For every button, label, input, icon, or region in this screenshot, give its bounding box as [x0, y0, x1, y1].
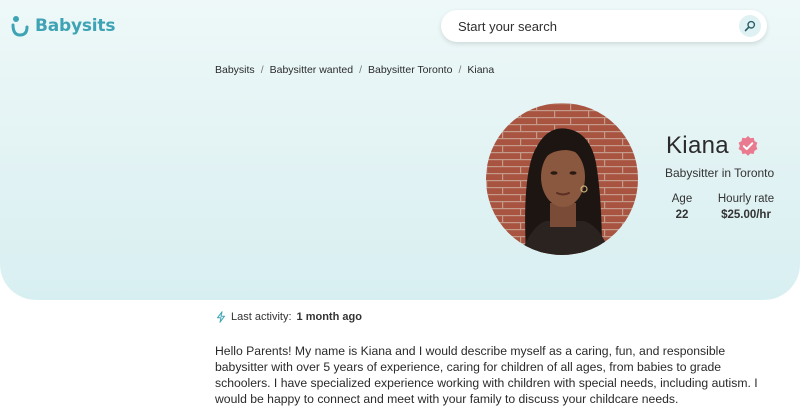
- profile-subtitle: Babysitter in Toronto: [665, 166, 775, 180]
- breadcrumb-separator: /: [458, 64, 462, 76]
- profile-photo: [486, 103, 638, 255]
- breadcrumb-item-current: Kiana: [467, 64, 495, 76]
- breadcrumb-item-babysits[interactable]: Babysits: [215, 64, 255, 76]
- stat-value: 22: [675, 209, 689, 221]
- brand-name: Babysits: [35, 16, 116, 36]
- breadcrumb-item-babysitter-toronto[interactable]: Babysitter Toronto: [368, 64, 452, 76]
- search-input[interactable]: Start your search: [458, 19, 557, 34]
- last-activity: Last activity: 1 month ago: [216, 311, 362, 323]
- breadcrumb-separator: /: [359, 64, 362, 76]
- search-bar[interactable]: Start your search: [441, 10, 767, 42]
- profile-bio: Hello Parents! My name is Kiana and I wo…: [215, 344, 758, 406]
- stat-label: Hourly rate: [717, 193, 775, 205]
- profile-name-row: Kiana: [666, 132, 786, 160]
- stat-age: Age 22: [666, 193, 698, 221]
- search-button[interactable]: [739, 15, 761, 37]
- stat-label: Age: [671, 193, 693, 205]
- breadcrumb-separator: /: [260, 64, 264, 76]
- activity-label: Last activity:: [231, 311, 292, 323]
- search-icon: [744, 20, 756, 32]
- brand-logo[interactable]: Babysits: [10, 14, 115, 38]
- breadcrumb: Babysits / Babysitter wanted / Babysitter To…: [215, 64, 494, 76]
- stat-value: $25.00/hr: [721, 209, 771, 221]
- verified-check-icon: [738, 136, 758, 156]
- logo-icon: [11, 16, 29, 37]
- lightning-icon: [217, 311, 225, 323]
- activity-value: 1 month ago: [296, 311, 362, 323]
- breadcrumb-item-babysitter-wanted[interactable]: Babysitter wanted: [270, 64, 353, 76]
- stat-hourly-rate: Hourly rate $25.00/hr: [710, 193, 782, 221]
- profile-name: Kiana: [666, 132, 729, 159]
